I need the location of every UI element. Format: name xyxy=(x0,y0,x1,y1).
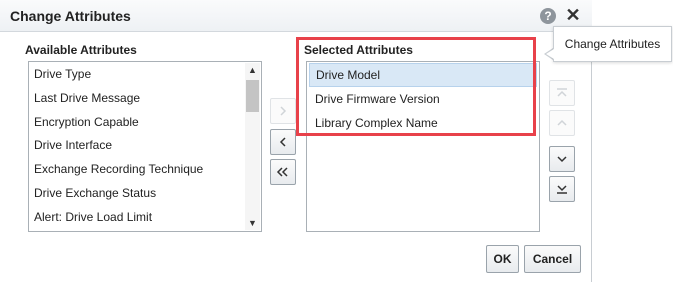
available-scrollbar[interactable]: ▲ ▼ xyxy=(245,63,260,230)
chevron-left-icon xyxy=(279,137,286,147)
scroll-thumb[interactable] xyxy=(246,80,259,112)
available-attributes-label: Available Attributes xyxy=(25,43,137,57)
double-chevron-left-icon xyxy=(276,167,288,177)
close-icon[interactable]: ✕ xyxy=(565,6,581,24)
list-item[interactable]: Exchange Recording Technique xyxy=(34,159,203,179)
move-down-button[interactable] xyxy=(549,146,575,172)
move-to-top-button[interactable] xyxy=(549,80,575,106)
list-item[interactable]: Encryption Capable xyxy=(34,112,139,132)
move-top-icon xyxy=(557,88,567,97)
tooltip: Change Attributes xyxy=(553,26,672,62)
move-bottom-icon xyxy=(557,185,567,194)
move-all-left-button[interactable] xyxy=(270,159,296,185)
selected-attributes-highlight xyxy=(296,37,536,136)
tooltip-arrow-inner xyxy=(546,49,554,59)
move-selected-left-button[interactable] xyxy=(270,129,296,155)
list-item[interactable]: Last Drive Message xyxy=(34,88,140,108)
ok-button[interactable]: OK xyxy=(486,245,519,273)
cancel-button[interactable]: Cancel xyxy=(524,245,581,273)
move-to-bottom-button[interactable] xyxy=(549,176,575,202)
scroll-up-icon[interactable]: ▲ xyxy=(245,63,260,77)
chevron-up-icon xyxy=(557,119,567,126)
list-item[interactable]: Drive Exchange Status xyxy=(34,183,156,203)
change-attributes-dialog: Change Attributes ? ✕ Available Attribut… xyxy=(0,0,592,282)
move-selected-right-button[interactable] xyxy=(270,98,296,124)
scroll-down-icon[interactable]: ▼ xyxy=(245,216,260,230)
available-attributes-list[interactable]: Drive Type Last Drive Message Encryption… xyxy=(28,61,262,232)
list-item[interactable]: Drive Interface xyxy=(34,135,112,155)
chevron-down-icon xyxy=(557,156,567,163)
dialog-titlebar: Change Attributes ? ✕ xyxy=(0,0,592,32)
dialog-title: Change Attributes xyxy=(10,8,131,24)
move-up-button[interactable] xyxy=(549,110,575,136)
chevron-right-icon xyxy=(280,106,287,116)
help-icon[interactable]: ? xyxy=(540,8,556,24)
list-item[interactable]: Alert: Drive Load Limit xyxy=(34,207,152,227)
list-item[interactable]: Drive Type xyxy=(34,64,91,84)
